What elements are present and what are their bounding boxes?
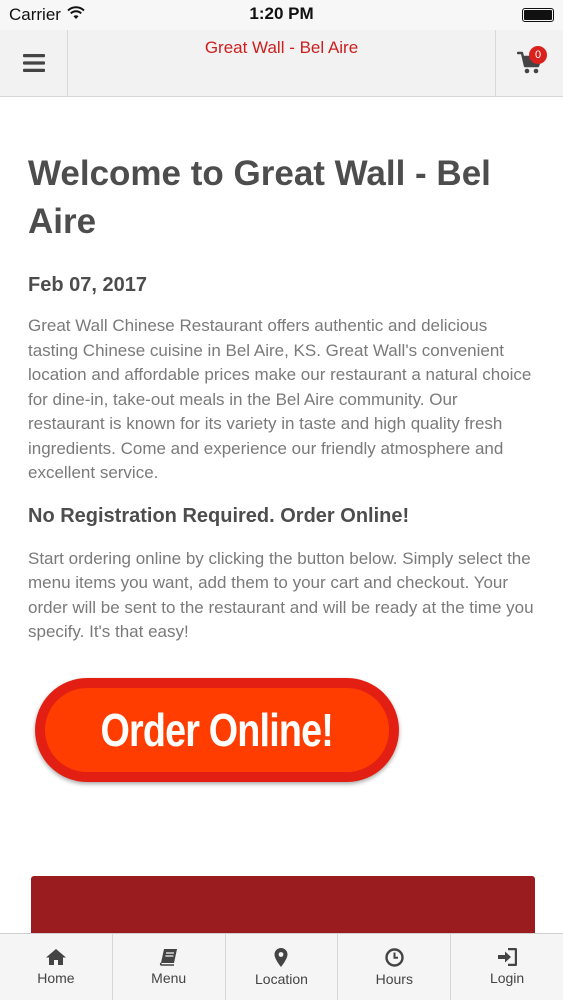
- tab-menu[interactable]: Menu: [113, 934, 226, 1000]
- book-icon: [159, 949, 177, 966]
- tab-location-label: Location: [255, 971, 308, 987]
- tab-home[interactable]: Home: [0, 934, 113, 1000]
- order-online-label: Order Online!: [100, 704, 334, 756]
- main-content: Welcome to Great Wall - Bel Aire Feb 07,…: [0, 98, 563, 645]
- cart-button[interactable]: 0: [495, 30, 563, 96]
- app-header: Great Wall - Bel Aire 0: [0, 30, 563, 97]
- hamburger-icon: [22, 54, 45, 72]
- bottom-tab-bar: Home Menu Location Hours Login: [0, 933, 563, 1000]
- login-icon: [498, 948, 518, 966]
- clock-time: 1:20 PM: [249, 4, 314, 23]
- order-instructions: Start ordering online by clicking the bu…: [28, 548, 534, 642]
- order-subheading: No Registration Required. Order Online!: [28, 504, 410, 527]
- clock-icon: [385, 948, 404, 967]
- battery-icon: [522, 8, 554, 22]
- tab-login-label: Login: [489, 970, 525, 986]
- cart-count-badge: 0: [529, 46, 547, 64]
- header-title: Great Wall - Bel Aire: [204, 38, 359, 57]
- order-online-button[interactable]: Order Online!: [35, 678, 399, 782]
- home-icon: [45, 949, 66, 965]
- intro-paragraph: Great Wall Chinese Restaurant offers aut…: [28, 316, 532, 482]
- tab-home-label: Home: [37, 970, 75, 986]
- map-pin-icon: [274, 948, 288, 967]
- tab-location[interactable]: Location: [226, 934, 339, 1000]
- page-title: Welcome to Great Wall - Bel Aire: [28, 154, 491, 241]
- tab-menu-label: Menu: [151, 970, 187, 986]
- hamburger-menu-button[interactable]: [0, 30, 68, 96]
- post-date: Feb 07, 2017: [28, 274, 147, 296]
- tab-login[interactable]: Login: [451, 934, 563, 1000]
- order-online-button-face: Order Online!: [45, 688, 389, 772]
- tab-hours[interactable]: Hours: [338, 934, 452, 1000]
- tab-hours-label: Hours: [375, 971, 413, 987]
- status-bar: Carrier 1:20 PM: [0, 0, 563, 30]
